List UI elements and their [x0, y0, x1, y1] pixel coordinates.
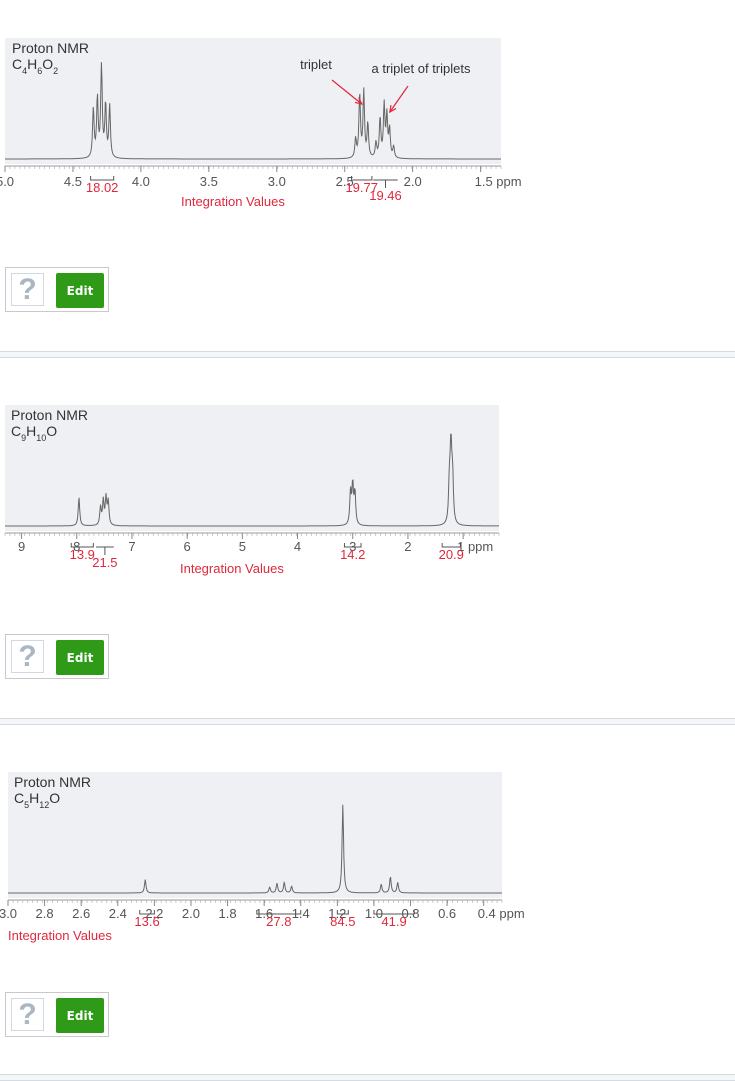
section-divider	[0, 351, 735, 358]
nmr-section: Proton NMR C9H10O 987654321 ppm 13.9 21.5…	[0, 367, 735, 717]
nmr-spectrum-chart: Proton NMR C5H12O 3.0 2.8 2.6 2.4 2.2 2.0 1.8 1…	[0, 772, 525, 943]
x-tick-label: 2.0	[182, 906, 200, 921]
x-tick-label: 2.4	[109, 906, 127, 921]
x-tick-label: 3.0	[0, 906, 17, 921]
x-tick-label: 7	[128, 539, 135, 554]
x-tick-label: 1.8	[219, 906, 237, 921]
x-tick-label: 4.5	[64, 174, 82, 189]
answer-box: ? Edit	[5, 267, 109, 312]
x-tick-label: 3.5	[200, 174, 218, 189]
annotation-label: a triplet of triplets	[372, 61, 471, 76]
integration-value: 20.9	[439, 547, 464, 562]
integration-value: 27.8	[266, 914, 291, 929]
integration-value: 14.2	[340, 547, 365, 562]
x-axis: 3.0 2.8 2.6 2.4 2.2 2.0 1.8 1.6 1.4 1.2 1.0 0.8 0.6 0…	[0, 899, 525, 921]
integration-value: 21.5	[92, 555, 117, 570]
integration-value: 19.46	[369, 188, 402, 203]
integration-value: 84.5	[330, 914, 355, 929]
x-tick-label: 2.6	[72, 906, 90, 921]
edit-button[interactable]: Edit	[56, 998, 104, 1033]
x-tick-label: 4	[294, 539, 301, 554]
plot-area	[5, 38, 501, 164]
x-tick-label: 2.0	[404, 174, 422, 189]
x-tick-label: 6	[184, 539, 191, 554]
x-tick-label: 4.0	[132, 174, 150, 189]
x-tick-label: 0.6	[438, 906, 456, 921]
chart-title: Proton NMR	[14, 774, 91, 790]
x-tick-label: 9	[18, 539, 25, 554]
plot-area	[5, 405, 499, 531]
x-tick-label: 2	[404, 539, 411, 554]
edit-button[interactable]: Edit	[56, 640, 104, 675]
x-tick-label: 1.5 ppm	[475, 174, 522, 189]
x-tick-label: 2.8	[36, 906, 54, 921]
answer-box: ? Edit	[5, 634, 109, 679]
integration-values-label: Integration Values	[181, 194, 285, 209]
integration-values-label: Integration Values	[180, 561, 284, 576]
x-axis: 5.04.54.03.53.02.52.01.5 ppm	[0, 165, 522, 189]
integration-value: 13.9	[70, 547, 95, 562]
help-icon[interactable]: ?	[11, 273, 44, 306]
nmr-spectrum-chart: Proton NMR C9H10O 987654321 ppm 13.921.5…	[4, 405, 500, 576]
x-tick-label: 5	[239, 539, 246, 554]
integration-values-label: Integration Values	[8, 928, 112, 943]
integration-value: 41.9	[381, 914, 406, 929]
chart-title: Proton NMR	[11, 407, 88, 423]
nmr-section: Proton NMR C5H12O 3.0 2.8 2.6 2.4 2.2 2.0 1.8 1…	[0, 734, 735, 1074]
nmr-spectrum-chart: Proton NMR C4H6O2 5.04.54.03.53.02.52.01…	[0, 38, 522, 209]
edit-button[interactable]: Edit	[56, 273, 104, 308]
chart-title: Proton NMR	[12, 40, 89, 56]
annotation-label: triplet	[300, 57, 332, 72]
integration-bracket	[96, 546, 114, 555]
answer-box: ? Edit	[5, 992, 109, 1037]
integration-value: 13.6	[134, 914, 159, 929]
nmr-section: Proton NMR C4H6O2 5.04.54.03.53.02.52.01…	[0, 0, 735, 350]
section-divider	[0, 718, 735, 725]
x-tick-label: 0.4 ppm	[478, 906, 525, 921]
help-icon[interactable]: ?	[11, 998, 44, 1031]
x-tick-label: 3.0	[268, 174, 286, 189]
plot-area	[8, 772, 502, 898]
x-tick-label: 5.0	[0, 174, 14, 189]
help-icon[interactable]: ?	[11, 640, 44, 673]
integration-value: 18.02	[86, 180, 119, 195]
